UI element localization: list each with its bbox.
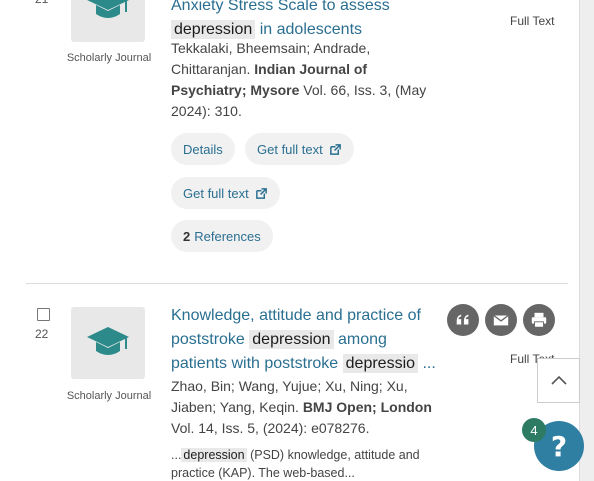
references-button[interactable]: 2 References bbox=[171, 220, 273, 252]
get-full-text-button[interactable]: Get full text bbox=[171, 177, 280, 209]
document-type-label: Scholarly Journal bbox=[66, 52, 152, 64]
get-full-text-button[interactable]: Get full text bbox=[245, 133, 354, 165]
abstract-text: ... bbox=[171, 448, 182, 462]
details-label: Details bbox=[183, 141, 223, 157]
back-to-top-button[interactable] bbox=[537, 358, 580, 403]
get-full-text-label: Get full text bbox=[183, 185, 249, 201]
graduation-cap-icon bbox=[87, 0, 129, 18]
quote-icon bbox=[456, 314, 469, 325]
search-term-highlight: depression bbox=[171, 20, 256, 39]
references-label: References bbox=[194, 228, 261, 244]
title-text: Knowledge, attitude and practice of bbox=[171, 307, 421, 324]
search-term-highlight: depression bbox=[181, 448, 247, 462]
record-citation: Tekkalaki, Bheemsain; Andrade, Chittaran… bbox=[171, 38, 436, 122]
external-link-icon bbox=[255, 187, 267, 199]
title-ellipsis: ... bbox=[422, 355, 436, 372]
record-number: 22 bbox=[35, 327, 49, 341]
results-list: 21 Scholarly Journal Anxiety Stress Scal… bbox=[0, 0, 580, 481]
get-full-text-label: Get full text bbox=[257, 141, 323, 157]
envelope-icon bbox=[493, 314, 509, 326]
title-text: patients with poststroke bbox=[171, 355, 339, 372]
record-title-link[interactable]: Knowledge, attitude and practice of post… bbox=[171, 304, 446, 376]
journal-name: BMJ Open; London bbox=[302, 399, 432, 415]
abstract-snippet: ... depression (PSD) knowledge, attitude … bbox=[171, 446, 446, 481]
references-count: 2 bbox=[183, 228, 191, 244]
record-number: 21 bbox=[35, 0, 48, 6]
full-text-label: Full Text bbox=[510, 14, 555, 28]
email-button[interactable] bbox=[485, 304, 517, 336]
search-term-highlight: depression bbox=[249, 330, 334, 349]
record-citation: Zhao, Bin; Wang, Yujue; Xu, Ning; Xu, Ji… bbox=[171, 376, 436, 439]
record-select-checkbox[interactable] bbox=[37, 308, 50, 321]
record-divider bbox=[26, 283, 568, 284]
scholarly-journal-thumbnail[interactable] bbox=[71, 307, 145, 379]
search-term-highlight: depressio bbox=[342, 354, 419, 373]
record-title-link[interactable]: Anxiety Stress Scale to assess depressio… bbox=[171, 0, 446, 42]
scholarly-journal-thumbnail[interactable] bbox=[71, 0, 145, 42]
question-mark-icon: ? bbox=[550, 429, 568, 463]
title-text: among bbox=[338, 331, 387, 348]
external-link-icon bbox=[329, 143, 341, 155]
title-text: in adolescents bbox=[259, 21, 363, 38]
graduation-cap-icon bbox=[87, 327, 129, 355]
issue-details: Vol. 14, Iss. 5, (2024): e078276. bbox=[171, 420, 370, 436]
cite-button[interactable] bbox=[447, 304, 479, 336]
print-button[interactable] bbox=[523, 304, 555, 336]
details-button[interactable]: Details bbox=[171, 133, 235, 165]
title-text: Anxiety Stress Scale to assess bbox=[171, 0, 390, 14]
help-notification-badge: 4 bbox=[522, 418, 546, 442]
chevron-up-icon bbox=[550, 375, 567, 385]
title-text: poststroke bbox=[171, 331, 245, 348]
document-type-label: Scholarly Journal bbox=[66, 390, 152, 402]
printer-icon bbox=[531, 312, 547, 328]
